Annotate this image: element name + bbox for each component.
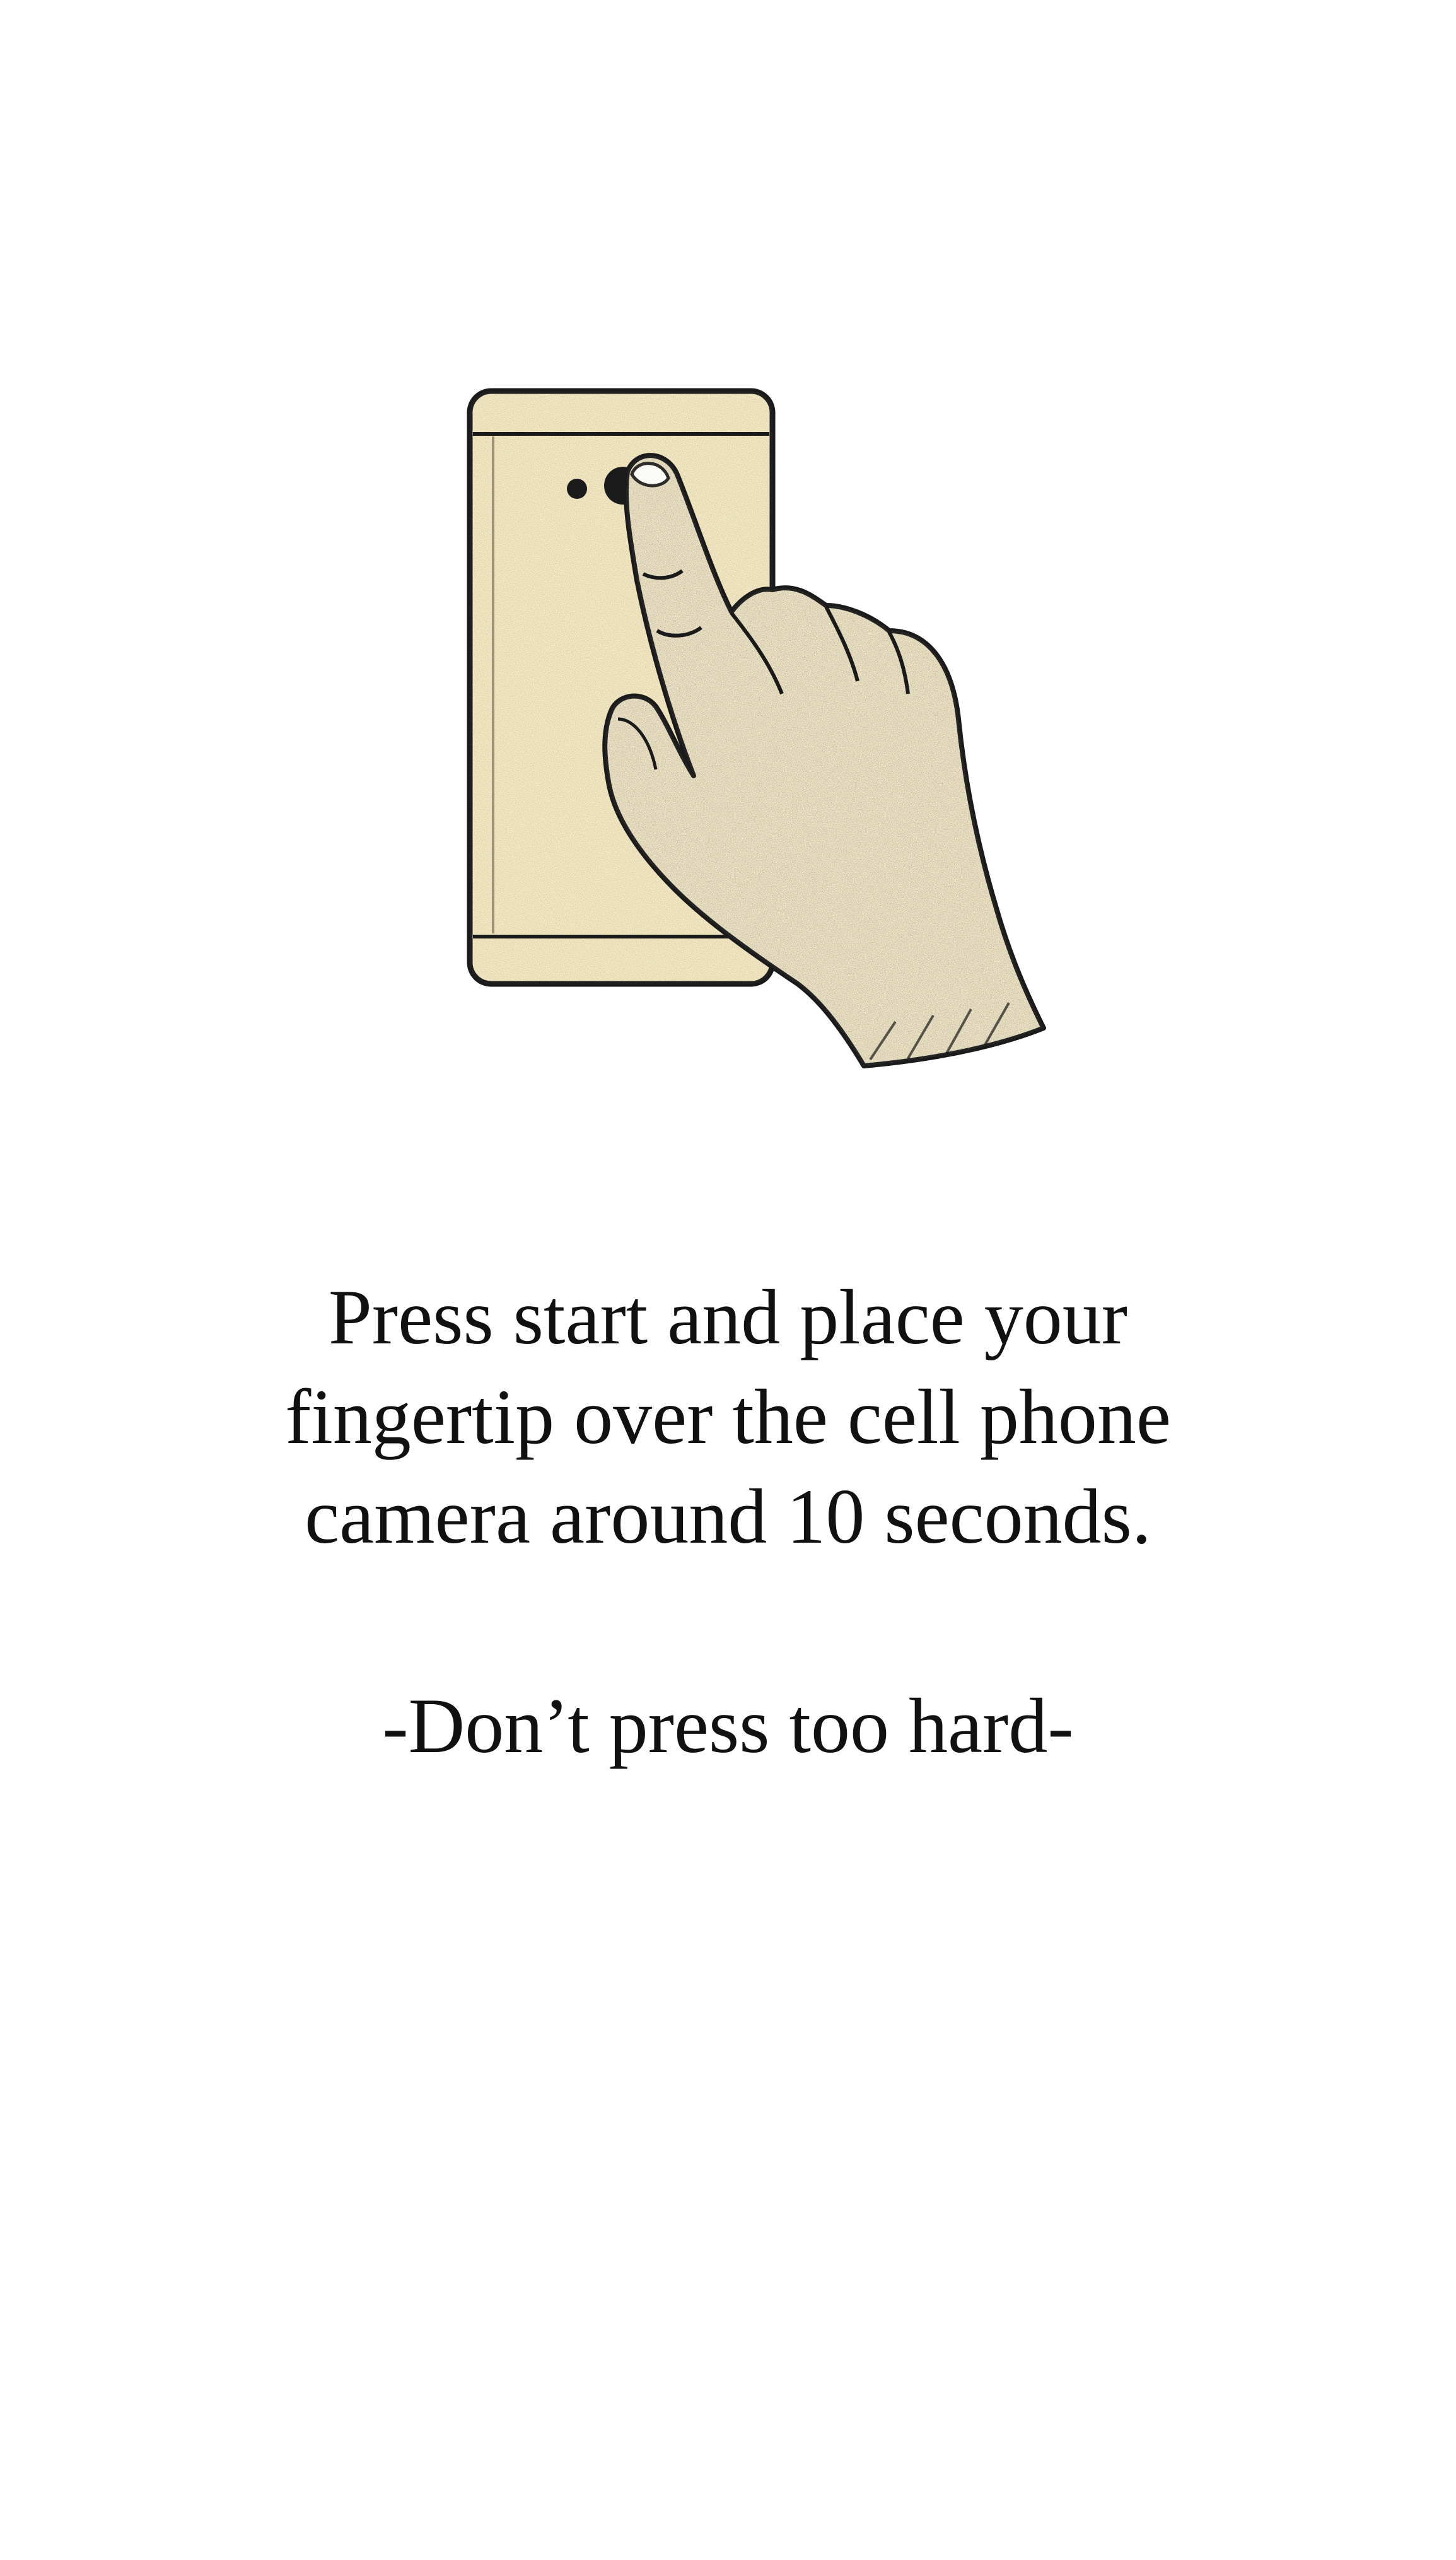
instruction-line: camera around 10 seconds. — [305, 1473, 1151, 1560]
pressure-warning-text: -Don’t press too hard- — [382, 1683, 1074, 1769]
instruction-line: fingertip over the cell phone — [285, 1374, 1171, 1460]
finger-on-phone-camera-icon — [454, 366, 1085, 1097]
instruction-text: Press start and place your fingertip ove… — [0, 1268, 1456, 1567]
instruction-screen: Press start and place your fingertip ove… — [0, 0, 1456, 2560]
instruction-line: Press start and place your — [328, 1274, 1128, 1360]
